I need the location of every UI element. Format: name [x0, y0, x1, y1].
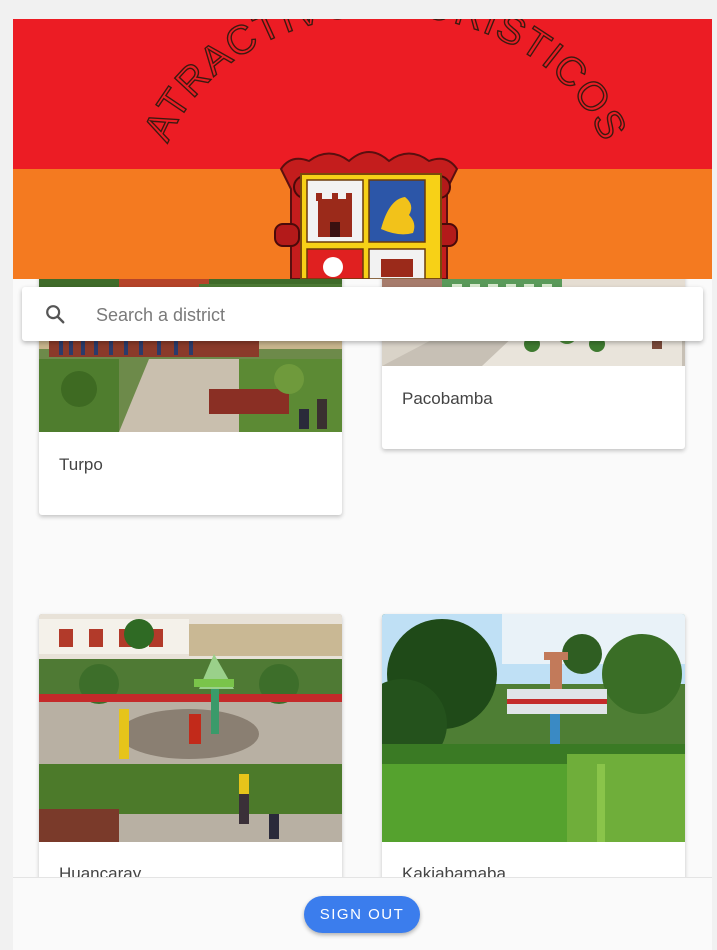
banner-title: ATRACTIVOS TURÍSTICOS [135, 19, 634, 148]
district-photo [382, 614, 685, 842]
district-card-kakiabamaba[interactable]: Kakiabamaba [382, 614, 685, 877]
district-name: Turpo [59, 455, 103, 474]
district-name: Huancaray [59, 864, 142, 877]
district-name: Kakiabamaba [402, 864, 506, 877]
footer-bar: SIGN OUT [13, 877, 712, 950]
search-input[interactable] [94, 297, 658, 333]
sign-out-button[interactable]: SIGN OUT [304, 896, 420, 933]
coat-of-arms-logo [274, 151, 459, 279]
district-grid[interactable]: Turpo Pacobamba Huancaray Kakiabamaba [13, 279, 712, 877]
header-banner: ATRACTIVOS TURÍSTICOS [13, 19, 712, 279]
svg-text:ATRACTIVOS TURÍSTICOS: ATRACTIVOS TURÍSTICOS [136, 19, 635, 148]
app-frame: ATRACTIVOS TURÍSTICOS [13, 19, 712, 950]
district-card-huancaray[interactable]: Huancaray [39, 614, 342, 877]
search-icon[interactable] [44, 303, 66, 325]
search-bar [22, 287, 703, 341]
district-name: Pacobamba [402, 389, 493, 408]
banner-art: ATRACTIVOS TURÍSTICOS [135, 19, 635, 279]
district-photo [39, 614, 342, 842]
